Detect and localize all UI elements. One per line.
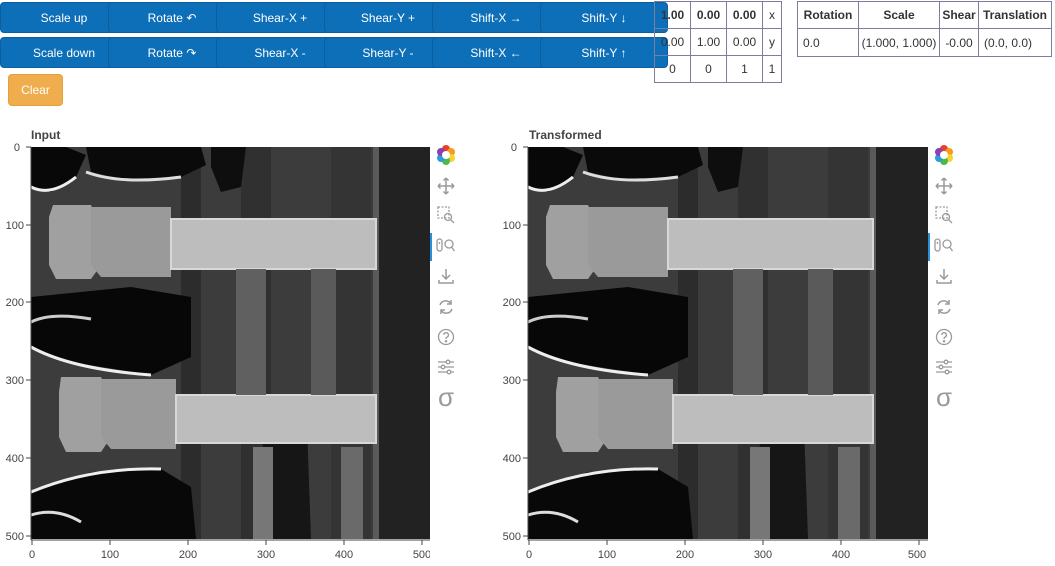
bokeh-logo-icon[interactable] xyxy=(931,143,957,167)
transform-params-table: Rotation Scale Shear Translation 0.0 (1.… xyxy=(797,1,1052,57)
matrix-row: 0.00 1.00 0.00 y xyxy=(654,28,782,56)
y-tick-label: 400 xyxy=(503,453,521,465)
x-tick-label: 200 xyxy=(676,549,694,561)
save-icon[interactable] xyxy=(433,264,459,288)
matrix-cell: 0.00 xyxy=(726,28,763,56)
active-tool-indicator xyxy=(430,233,432,261)
y-tick-label: 100 xyxy=(6,220,24,232)
x-tick-label: 300 xyxy=(754,549,772,561)
scale-value: (1.000, 1.000) xyxy=(858,28,940,57)
reset-icon[interactable] xyxy=(433,295,459,319)
x-tick-label: 0 xyxy=(29,549,35,561)
reset-icon[interactable] xyxy=(931,295,957,319)
x-tick-label: 0 xyxy=(526,549,532,561)
matrix-row: 1.00 0.00 0.00 x xyxy=(654,1,782,29)
y-tick-label: 500 xyxy=(6,531,24,543)
transformed-plot[interactable]: 0 100 200 300 400 500 0 100 200 300 400 … xyxy=(497,140,930,566)
matrix-cell: 0 xyxy=(654,55,691,83)
y-tick-label: 0 xyxy=(14,142,20,154)
save-icon[interactable] xyxy=(931,264,957,288)
active-tool-indicator xyxy=(928,233,930,261)
translation-value: (0.0, 0.0) xyxy=(978,28,1052,57)
shift-y-up-button[interactable]: Shift-Y ↑ xyxy=(540,37,668,68)
bokeh-logo-icon[interactable] xyxy=(433,143,459,167)
pan-icon[interactable] xyxy=(931,174,957,198)
x-ticks: 0 100 200 300 400 500 xyxy=(29,540,430,561)
matrix-cell: 1 xyxy=(726,55,763,83)
box-zoom-icon[interactable] xyxy=(931,203,957,227)
y-tick-label: 400 xyxy=(6,453,24,465)
params-header: Translation xyxy=(978,1,1052,29)
y-tick-label: 0 xyxy=(511,142,517,154)
y-tick-label: 200 xyxy=(6,297,24,309)
wheel-zoom-icon[interactable] xyxy=(931,233,957,257)
params-value-row: 0.0 (1.000, 1.000) -0.00 (0.0, 0.0) xyxy=(797,28,1052,57)
matrix-cell: 0.00 xyxy=(726,1,763,29)
params-header: Rotation xyxy=(797,1,859,29)
x-tick-label: 500 xyxy=(413,549,430,561)
params-header: Shear xyxy=(939,1,979,29)
params-header-row: Rotation Scale Shear Translation xyxy=(797,1,1052,29)
y-tick-label: 500 xyxy=(503,531,521,543)
matrix-var: 1 xyxy=(762,55,782,83)
rotation-value: 0.0 xyxy=(797,28,859,57)
matrix-cell: 0.00 xyxy=(654,28,691,56)
box-zoom-icon[interactable] xyxy=(433,203,459,227)
matrix-var: x xyxy=(762,1,782,29)
matrix-row: 0 0 1 1 xyxy=(654,55,782,83)
transform-matrix-table: 1.00 0.00 0.00 x 0.00 1.00 0.00 y 0 0 1 … xyxy=(654,1,782,83)
x-tick-label: 100 xyxy=(101,549,119,561)
settings-icon[interactable] xyxy=(931,355,957,379)
input-plot-toolbar: σ xyxy=(430,143,459,413)
x-ticks: 0 100 200 300 400 500 xyxy=(526,540,926,561)
matrix-cell: 1.00 xyxy=(690,28,727,56)
shift-y-down-button[interactable]: Shift-Y ↓ xyxy=(540,2,668,33)
matrix-cell: 0.00 xyxy=(690,1,727,29)
x-tick-label: 500 xyxy=(908,549,926,561)
help-icon[interactable] xyxy=(931,325,957,349)
y-ticks: 0 100 200 300 400 500 xyxy=(6,142,31,543)
matrix-cell: 1.00 xyxy=(654,1,691,29)
input-plot[interactable]: 0 100 200 300 400 500 0 100 200 300 400 … xyxy=(0,140,430,566)
sigma-icon[interactable]: σ xyxy=(433,382,459,412)
y-tick-label: 300 xyxy=(503,375,521,387)
matrix-var: y xyxy=(762,28,782,56)
matrix-cell: 0 xyxy=(690,55,727,83)
x-tick-label: 400 xyxy=(335,549,353,561)
sigma-icon[interactable]: σ xyxy=(931,382,957,412)
y-ticks: 0 100 200 300 400 500 xyxy=(503,142,528,543)
params-header: Scale xyxy=(858,1,940,29)
help-icon[interactable] xyxy=(433,325,459,349)
clear-button[interactable]: Clear xyxy=(8,74,63,106)
pan-icon[interactable] xyxy=(433,174,459,198)
x-tick-label: 100 xyxy=(598,549,616,561)
transformed-plot-toolbar: σ xyxy=(928,143,957,413)
x-tick-label: 300 xyxy=(257,549,275,561)
x-tick-label: 200 xyxy=(179,549,197,561)
y-tick-label: 100 xyxy=(503,220,521,232)
transformed-image xyxy=(526,145,930,541)
wheel-zoom-icon[interactable] xyxy=(433,233,459,257)
settings-icon[interactable] xyxy=(433,355,459,379)
y-tick-label: 300 xyxy=(6,375,24,387)
y-tick-label: 200 xyxy=(503,297,521,309)
shear-value: -0.00 xyxy=(939,28,979,57)
input-image xyxy=(29,145,430,541)
x-tick-label: 400 xyxy=(832,549,850,561)
